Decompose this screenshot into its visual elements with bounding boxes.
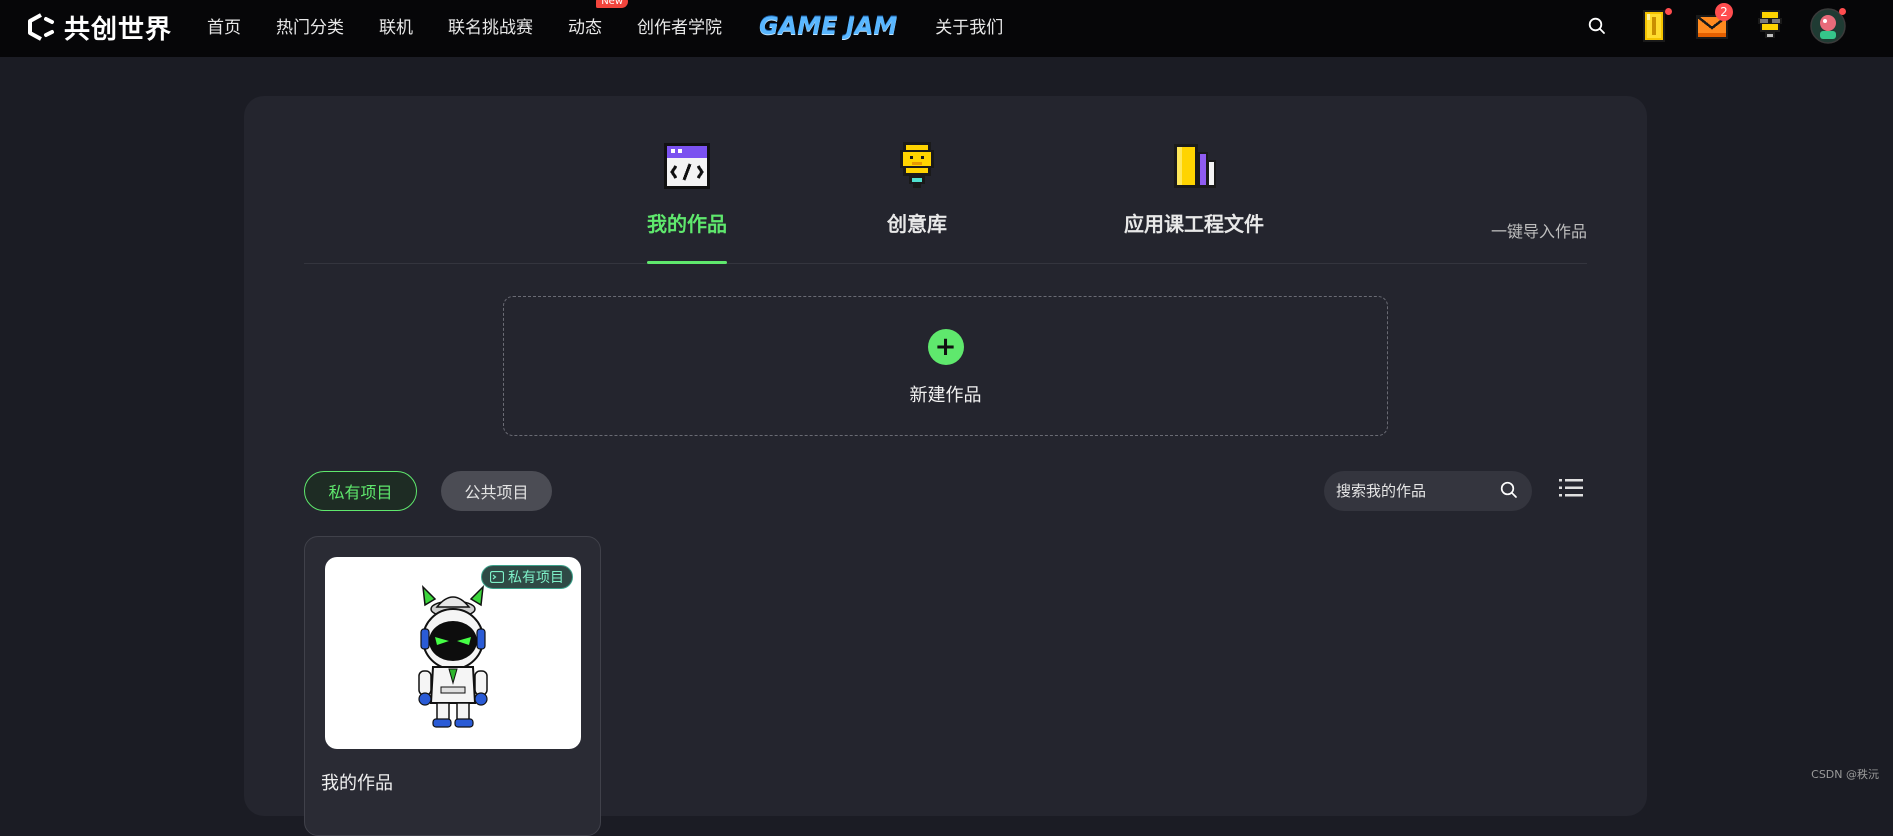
terminal-icon: [490, 571, 504, 583]
avatar-notification-dot: [1839, 8, 1846, 15]
filter-public-button[interactable]: 公共项目: [441, 471, 552, 511]
nav-multiplayer[interactable]: 联机: [379, 13, 413, 38]
private-tag: 私有项目: [481, 565, 573, 589]
nav-feed[interactable]: 动态 New: [568, 0, 628, 38]
work-search-box: [1324, 471, 1532, 511]
avatar[interactable]: [1808, 6, 1848, 46]
mail-count-badge: 2: [1715, 3, 1733, 21]
filter-private-button[interactable]: 私有项目: [304, 471, 417, 511]
search-icon[interactable]: [1500, 481, 1518, 499]
folder-icon: [1174, 144, 1216, 188]
logo[interactable]: 共创世界: [26, 10, 173, 45]
nav-feed-label: 动态: [568, 18, 602, 38]
new-work-dropzone[interactable]: + 新建作品: [503, 296, 1388, 436]
top-navbar: 共创世界 首页 热门分类 联机 联名挑战赛 动态 New 创作者学院 GAME J…: [0, 0, 1893, 57]
search-icon[interactable]: [1586, 6, 1608, 46]
tab-idea-library[interactable]: 创意库: [877, 140, 957, 237]
lightbulb-icon: [900, 142, 934, 188]
new-badge: New: [596, 0, 628, 8]
filter-row: 私有项目 公共项目: [304, 471, 1587, 513]
logo-icon: [28, 13, 54, 41]
private-tag-label: 私有项目: [508, 570, 564, 586]
coin-notification-dot: [1665, 8, 1672, 15]
work-card-title: 我的作品: [321, 773, 393, 794]
workspace-panel: 我的作品 创意库 应用课工程文件 一键导入作品 + 新建作品 私有项目 公共项目…: [244, 96, 1647, 836]
code-window-icon: [664, 143, 710, 189]
new-work-label: 新建作品: [909, 385, 982, 406]
active-tab-indicator: [647, 261, 727, 264]
one-click-import-link[interactable]: 一键导入作品: [1491, 218, 1587, 242]
plus-icon: +: [927, 329, 964, 365]
work-card[interactable]: 私有项目 我的作品: [304, 536, 601, 836]
tab-course-files-label: 应用课工程文件: [1124, 212, 1264, 236]
main-nav: 首页 热门分类 联机 联名挑战赛 动态 New 创作者学院 GAME JAM 关于…: [207, 0, 1038, 51]
work-thumbnail: 私有项目: [325, 557, 581, 749]
list-view-icon[interactable]: [1559, 477, 1583, 499]
logo-text: 共创世界: [64, 14, 173, 45]
mail-icon[interactable]: 2: [1692, 3, 1733, 46]
nav-actions: 2: [1586, 3, 1848, 46]
nav-about[interactable]: 关于我们: [935, 13, 1003, 38]
nav-creator-academy[interactable]: 创作者学院: [637, 13, 722, 38]
workspace-tabs: 我的作品 创意库 应用课工程文件 一键导入作品: [304, 96, 1587, 264]
tab-my-works[interactable]: 我的作品: [647, 140, 727, 237]
tab-idea-library-label: 创意库: [887, 212, 947, 236]
nav-gamejam-logo[interactable]: GAME JAM: [759, 12, 897, 40]
watermark-text: CSDN @秩沅: [1811, 768, 1879, 781]
tab-course-files[interactable]: 应用课工程文件: [1104, 140, 1284, 237]
nav-challenge[interactable]: 联名挑战赛: [448, 13, 533, 38]
nav-hot-categories[interactable]: 热门分类: [276, 13, 344, 38]
idea-bulb-icon[interactable]: [1750, 6, 1790, 46]
work-search-input[interactable]: [1336, 482, 1486, 500]
tab-my-works-label: 我的作品: [647, 212, 727, 236]
nav-home[interactable]: 首页: [207, 13, 241, 38]
coin-icon[interactable]: [1634, 6, 1674, 46]
